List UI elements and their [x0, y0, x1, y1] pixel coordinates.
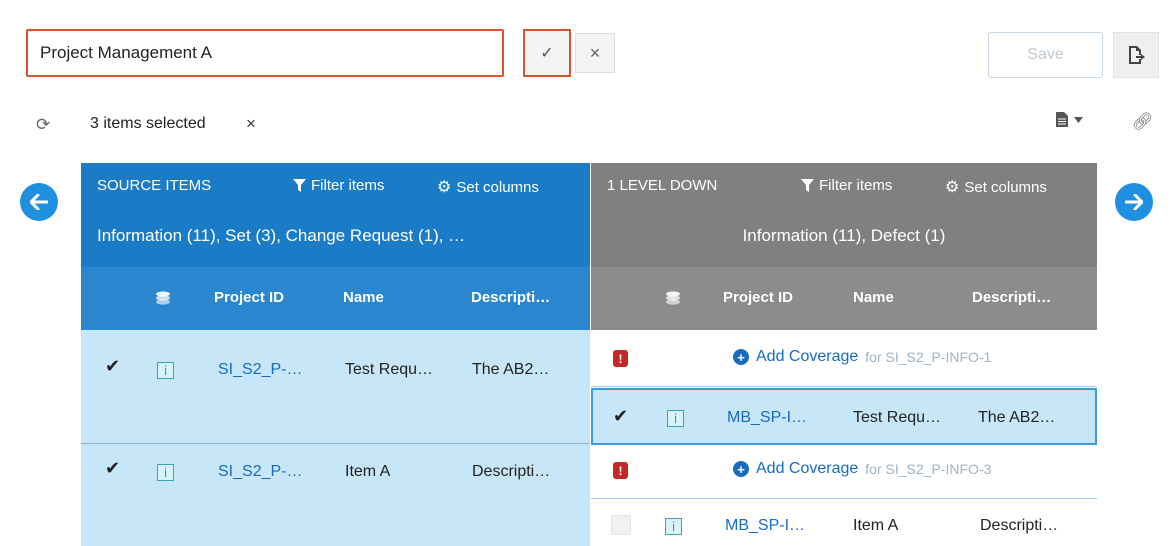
row-checkbox-unchecked[interactable] — [611, 515, 631, 535]
gear-icon: ⚙ — [437, 179, 452, 196]
description-cell: The AB2… — [978, 409, 1056, 426]
level-filter-button[interactable]: Filter items — [801, 177, 892, 194]
table-row[interactable]: i MB_SP-I… Item A Descripti… — [591, 499, 1097, 546]
column-project-id[interactable]: Project ID — [214, 289, 284, 306]
row-checkbox-checked[interactable]: ✔ — [105, 356, 120, 377]
add-circle-icon: + — [733, 349, 749, 365]
arrow-left-icon — [30, 194, 48, 210]
column-description[interactable]: Descripti… — [471, 289, 550, 306]
name-cell: Test Requ… — [345, 361, 434, 378]
information-type-icon: i — [157, 464, 174, 481]
add-coverage-link[interactable]: + Add Coverage for SI_S2_P-INFO-3 — [733, 460, 991, 478]
level-panel-summary: Information (11), Defect (1) — [742, 226, 946, 245]
item-type-column-icon[interactable] — [155, 291, 171, 309]
source-panel-title: SOURCE ITEMS — [97, 177, 212, 194]
table-row[interactable]: ✔ i MB_SP-I… Test Requ… The AB2… — [591, 388, 1097, 445]
caret-down-icon — [1074, 116, 1083, 123]
information-type-icon: i — [665, 518, 682, 535]
information-type-icon: i — [157, 362, 174, 379]
coverage-target: for SI_S2_P-INFO-1 — [865, 349, 992, 365]
add-coverage-label: Add Coverage — [756, 348, 859, 365]
source-panel-summary: Information (11), Set (3), Change Reques… — [97, 226, 466, 245]
name-cell: Item A — [853, 517, 899, 534]
name-cell: Item A — [345, 463, 391, 480]
project-id-link[interactable]: SI_S2_P-… — [218, 361, 302, 379]
confirm-button[interactable]: ✓ — [523, 29, 571, 77]
source-set-columns-button[interactable]: ⚙ Set columns — [437, 177, 539, 197]
filter-icon — [801, 179, 814, 192]
save-button[interactable]: Save — [988, 32, 1103, 78]
cancel-button[interactable]: × — [575, 33, 615, 73]
check-icon: ✓ — [540, 45, 554, 62]
clear-selection-icon[interactable]: × — [246, 114, 256, 134]
source-column-header: Project ID Name Descripti… — [81, 267, 590, 330]
export-button[interactable] — [1113, 32, 1159, 78]
item-type-column-icon[interactable] — [665, 291, 681, 309]
coverage-row: ! + Add Coverage for SI_S2_P-INFO-1 — [591, 330, 1097, 386]
arrow-right-icon — [1125, 194, 1143, 210]
level-set-columns-label: Set columns — [964, 178, 1047, 196]
description-cell: Descripti… — [980, 517, 1059, 534]
name-cell: Test Requ… — [853, 409, 942, 426]
add-circle-icon: + — [733, 461, 749, 477]
project-id-link[interactable]: SI_S2_P-… — [218, 463, 302, 481]
description-cell: The AB2… — [472, 361, 550, 378]
source-filter-label: Filter items — [311, 177, 385, 194]
level-filter-label: Filter items — [819, 177, 893, 194]
document-icon — [1056, 112, 1068, 127]
export-icon — [1129, 46, 1145, 64]
project-id-link[interactable]: MB_SP-I… — [727, 409, 807, 427]
row-divider — [591, 386, 1097, 387]
table-row[interactable]: ✔ i SI_S2_P-… Test Requ… The AB2… — [81, 330, 590, 443]
previous-level-arrow[interactable] — [20, 183, 58, 221]
project-id-link[interactable]: MB_SP-I… — [725, 517, 805, 535]
source-set-columns-label: Set columns — [456, 178, 539, 196]
add-coverage-link[interactable]: + Add Coverage for SI_S2_P-INFO-1 — [733, 348, 991, 366]
column-project-id[interactable]: Project ID — [723, 289, 793, 306]
selection-count: 3 items selected — [90, 115, 206, 132]
close-icon: × — [589, 42, 601, 63]
name-input[interactable] — [26, 29, 504, 77]
refresh-icon[interactable]: ⟳ — [36, 115, 50, 135]
missing-coverage-icon: ! — [613, 462, 628, 479]
level-panel-title: 1 LEVEL DOWN — [607, 177, 718, 194]
source-filter-button[interactable]: Filter items — [293, 177, 384, 194]
next-level-arrow[interactable] — [1115, 183, 1153, 221]
gear-icon: ⚙ — [945, 179, 960, 196]
missing-coverage-icon: ! — [613, 350, 628, 367]
coverage-row: ! + Add Coverage for SI_S2_P-INFO-3 — [591, 445, 1097, 497]
table-row[interactable]: ✔ i SI_S2_P-… Item A Descripti… — [81, 444, 590, 546]
row-checkbox-checked[interactable]: ✔ — [105, 458, 120, 479]
add-coverage-label: Add Coverage — [756, 460, 859, 477]
column-name[interactable]: Name — [343, 289, 384, 306]
information-type-icon: i — [667, 410, 684, 427]
document-menu[interactable] — [1056, 112, 1083, 127]
column-description[interactable]: Descripti… — [972, 289, 1051, 306]
coverage-target: for SI_S2_P-INFO-3 — [865, 461, 992, 477]
source-panel-header: SOURCE ITEMS Filter items ⚙ Set columns … — [81, 163, 590, 267]
level-panel-header: 1 LEVEL DOWN Filter items ⚙ Set columns … — [591, 163, 1097, 267]
level-column-header: Project ID Name Descripti… — [591, 267, 1097, 330]
description-cell: Descripti… — [472, 463, 551, 480]
filter-icon — [293, 179, 306, 192]
link-icon[interactable]: 🔗︎ — [1132, 112, 1154, 132]
column-name[interactable]: Name — [853, 289, 894, 306]
level-set-columns-button[interactable]: ⚙ Set columns — [945, 177, 1047, 197]
row-checkbox-checked[interactable]: ✔ — [613, 406, 628, 427]
